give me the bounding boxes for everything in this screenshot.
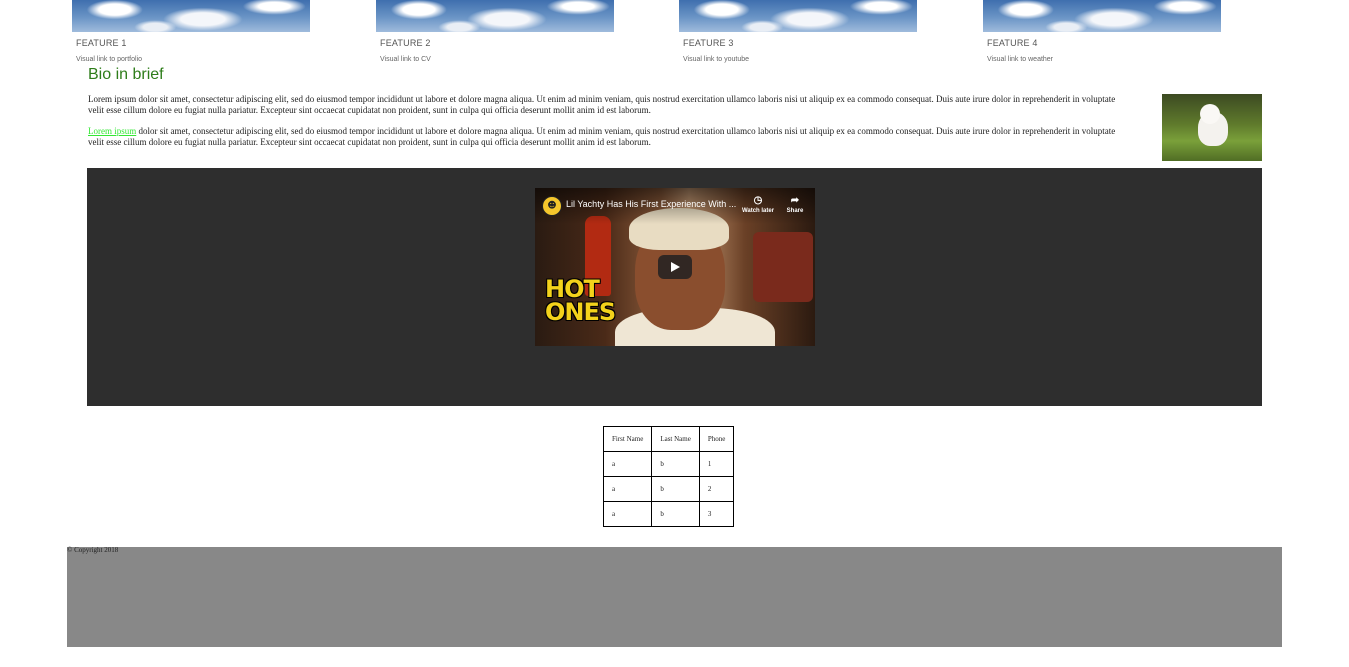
dog-photo	[1162, 94, 1262, 161]
bio-paragraph-link[interactable]: Lorem ipsum	[88, 126, 136, 136]
feature-3-link[interactable]: Visual link to youtube	[683, 56, 919, 63]
share-label: Share	[786, 208, 804, 214]
feature-4-link[interactable]: Visual link to weather	[987, 56, 1223, 63]
header-first-name: First Name	[602, 426, 653, 452]
table-header-row: First Name Last Name Phone	[602, 426, 735, 452]
table-row: a b 1	[602, 451, 735, 477]
table-cell: a	[602, 451, 653, 477]
share-arrow-icon: ➦	[790, 195, 800, 206]
table-cell: a	[602, 476, 653, 502]
table-row: a b 3	[602, 501, 735, 527]
table-cell: b	[651, 501, 700, 527]
play-button[interactable]	[658, 255, 692, 279]
contacts-table: First Name Last Name Phone a b 1 a b 2 a…	[602, 426, 735, 527]
table-cell: 2	[698, 476, 735, 502]
table-cell: a	[602, 501, 653, 527]
table-cell: b	[651, 451, 700, 477]
table-cell: 1	[698, 451, 735, 477]
header-last-name: Last Name	[651, 426, 700, 452]
copyright-text: © Copyright 2018	[67, 546, 119, 554]
video-section: ☻ Lil Yachty Has His First Experience Wi…	[87, 168, 1262, 406]
table-row: a b 2	[602, 476, 735, 502]
bio-paragraph-2-text: dolor sit amet, consectetur adipiscing e…	[88, 126, 1116, 147]
clock-icon: ◷	[753, 195, 763, 206]
table-cell: 3	[698, 501, 735, 527]
video-title[interactable]: Lil Yachty Has His First Experience With…	[566, 199, 744, 209]
play-icon	[671, 262, 680, 272]
bio-heading: Bio in brief	[88, 66, 164, 83]
feature-3-image[interactable]	[679, 0, 917, 32]
feature-2-link[interactable]: Visual link to CV	[380, 56, 616, 63]
feature-2-title: FEATURE 2	[380, 38, 431, 48]
video-thumbnail-jar	[753, 232, 813, 302]
channel-avatar-icon[interactable]: ☻	[542, 196, 562, 216]
feature-1-link[interactable]: Visual link to portfolio	[76, 56, 312, 63]
hot-ones-logo: HOT ONES	[545, 275, 616, 326]
header-phone: Phone	[698, 426, 735, 452]
bio-paragraph-1: Lorem ipsum dolor sit amet, consectetur …	[88, 94, 1116, 115]
watch-later-button[interactable]: ◷ Watch later	[740, 194, 776, 214]
feature-1-title: FEATURE 1	[76, 38, 127, 48]
watch-later-label: Watch later	[741, 208, 775, 214]
feature-2-image[interactable]	[376, 0, 614, 32]
feature-3[interactable]: FEATURE 3 Visual link to youtube	[679, 0, 919, 63]
feature-2[interactable]: FEATURE 2 Visual link to CV	[376, 0, 616, 63]
share-button[interactable]: ➦ Share	[777, 194, 813, 214]
feature-4-title: FEATURE 4	[987, 38, 1038, 48]
feature-4-image[interactable]	[983, 0, 1221, 32]
feature-1-image[interactable]	[72, 0, 310, 32]
video-player[interactable]: ☻ Lil Yachty Has His First Experience Wi…	[535, 188, 815, 346]
bio-paragraph-2: Lorem ipsum dolor sit amet, consectetur …	[88, 126, 1123, 147]
feature-4[interactable]: FEATURE 4 Visual link to weather	[983, 0, 1223, 63]
feature-1[interactable]: FEATURE 1 Visual link to portfolio	[72, 0, 312, 63]
feature-3-title: FEATURE 3	[683, 38, 734, 48]
dog-head	[1200, 104, 1220, 124]
table-cell: b	[651, 476, 700, 502]
footer	[67, 547, 1282, 647]
